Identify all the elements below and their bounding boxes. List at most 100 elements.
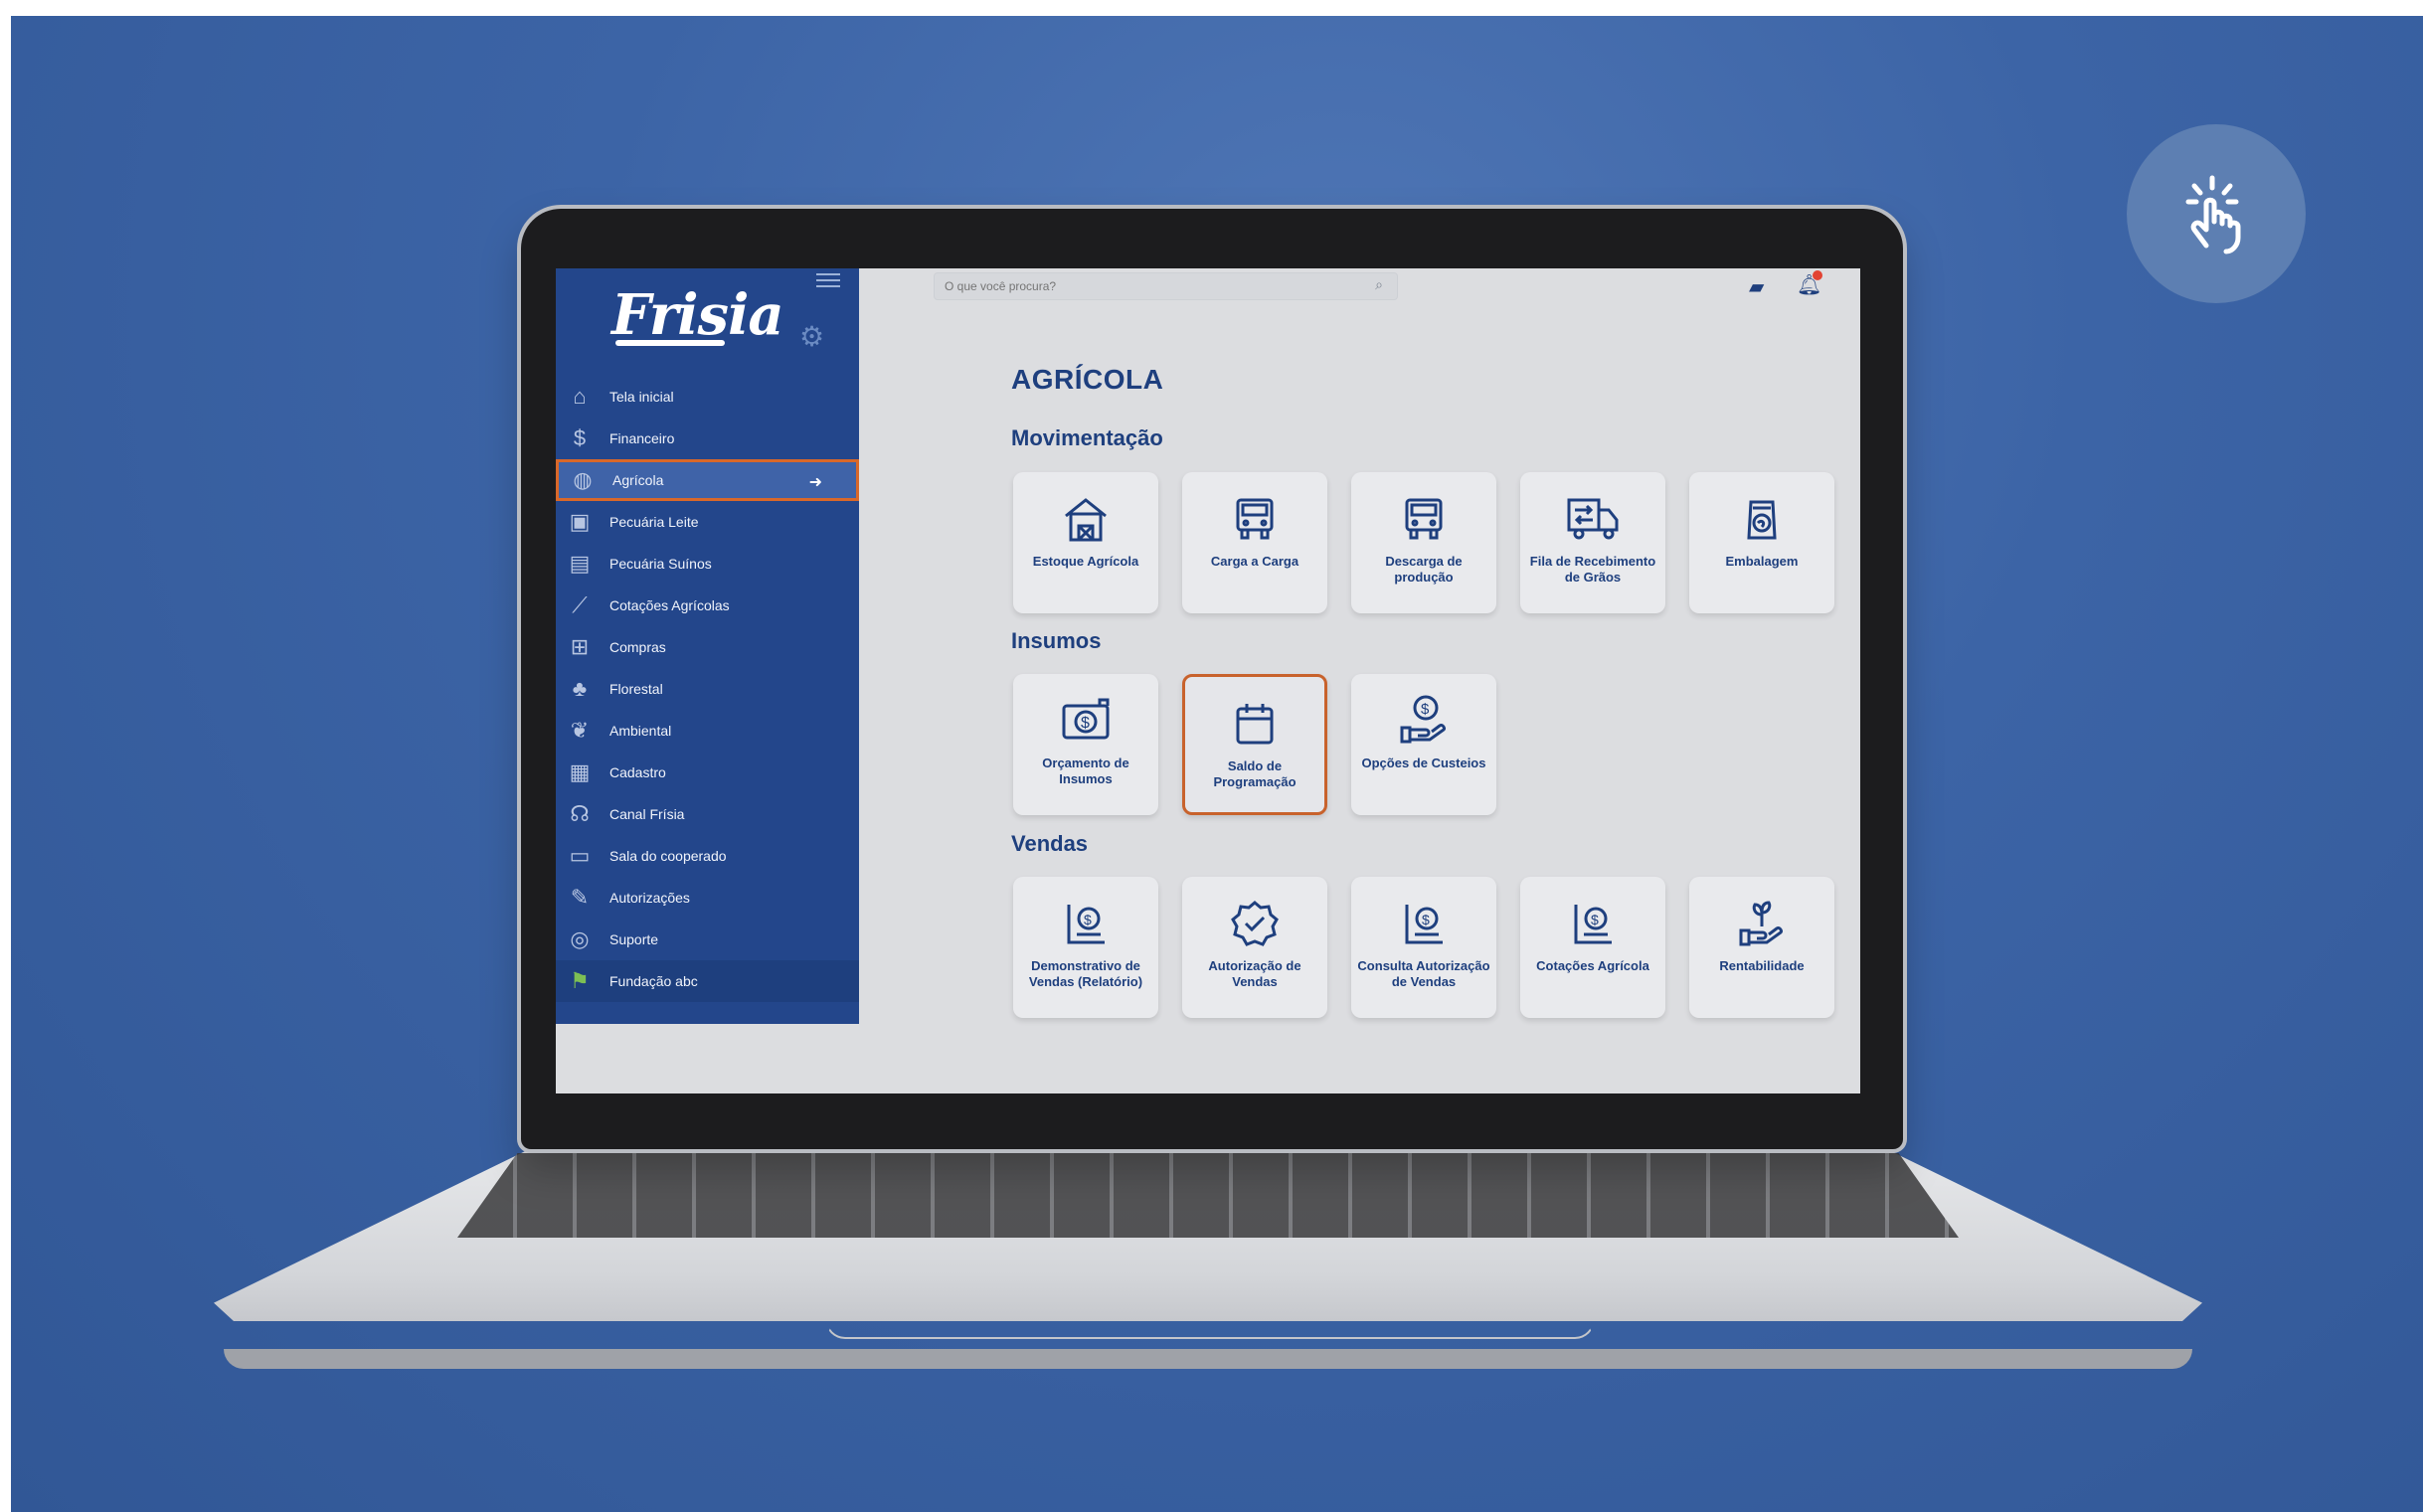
sidebar-item-label: Pecuária Leite (609, 514, 699, 530)
seed-bag-icon (1732, 490, 1792, 548)
folder-icon: ▭ (569, 843, 591, 868)
arrow-right-icon: ➜ (808, 474, 822, 491)
card-cotacoes-agricola[interactable]: $ Cotações Agrícola (1520, 877, 1665, 1018)
laptop-keyboard (457, 1153, 1959, 1238)
card-autorizacao-de-vendas[interactable]: Autorização de Vendas (1182, 877, 1327, 1018)
sidebar-item-compras[interactable]: ⊞ Compras (556, 626, 859, 668)
card-embalagem[interactable]: Embalagem (1689, 472, 1834, 613)
sidebar-item-financeiro[interactable]: $ Financeiro (556, 418, 859, 459)
laptop-trackpad (825, 1238, 1595, 1339)
calendar-icon (1225, 695, 1285, 753)
sidebar-item-suporte[interactable]: ◎ Suporte (556, 919, 859, 960)
card-label: Cotações Agrícola (1536, 958, 1649, 973)
card-label: Autorização de Vendas (1208, 958, 1301, 989)
sidebar: Frisia ⚙ ⌂ Tela inicial $ Financeiro ◍ A… (556, 268, 859, 1024)
card-label: Opções de Custeios (1361, 756, 1486, 770)
search-bar: ⌕ (934, 272, 1398, 300)
sidebar-item-label: Pecuária Suínos (609, 556, 712, 572)
search-input[interactable] (935, 273, 1344, 299)
sidebar-item-label: Financeiro (609, 430, 675, 446)
card-demonstrativo-de-vendas[interactable]: $ Demonstrativo de Vendas (Relatório) (1013, 877, 1158, 1018)
card-label: Estoque Agrícola (1032, 554, 1139, 569)
card-label: Demonstrativo de Vendas (Relatório) (1028, 958, 1143, 989)
broadcast-icon: ☊ (570, 801, 590, 826)
chat-icon[interactable]: ▰ (1749, 274, 1764, 299)
flag-icon: ⚑ (570, 968, 590, 993)
gear-icon[interactable]: ⚙ (799, 320, 824, 353)
card-label: Descarga de produção (1385, 554, 1463, 585)
quotes-chart-icon: $ (1563, 895, 1623, 952)
laptop-lid: Frisia ⚙ ⌂ Tela inicial $ Financeiro ◍ A… (521, 209, 1903, 1149)
card-label: Carga a Carga (1210, 554, 1299, 569)
chart-icon: ⟋ (572, 592, 588, 617)
sidebar-item-autorizacoes[interactable]: ✎ Autorizações (556, 877, 859, 919)
cart-icon: ⊞ (570, 634, 590, 659)
card-label: Rentabilidade (1719, 958, 1805, 973)
card-fila-de-recebimento[interactable]: Fila de Recebimento de Grãos (1520, 472, 1665, 613)
card-label: Orçamento de Insumos (1042, 756, 1129, 786)
card-opcoes-de-custeios[interactable]: $ Opções de Custeios (1351, 674, 1496, 815)
menu-toggle-icon[interactable] (816, 273, 840, 287)
page-title: AGRÍCOLA (1011, 364, 1164, 395)
sidebar-nav: ⌂ Tela inicial $ Financeiro ◍ Agrícola ➜… (556, 376, 859, 1002)
svg-text:$: $ (1084, 912, 1092, 927)
brand-logo: Frisia (611, 282, 784, 348)
sidebar-item-tela-inicial[interactable]: ⌂ Tela inicial (556, 376, 859, 418)
section-title-vendas: Vendas (1011, 831, 1089, 856)
sidebar-item-fundacao-abc[interactable]: ⚑ Fundação abc (556, 960, 859, 1002)
card-rentabilidade[interactable]: Rentabilidade (1689, 877, 1834, 1018)
card-label: Saldo de Programação (1213, 758, 1297, 789)
truck-unload-icon (1394, 490, 1454, 548)
card-saldo-de-programacao[interactable]: Saldo de Programação (1182, 674, 1327, 815)
sidebar-item-ambiental[interactable]: ❦ Ambiental (556, 710, 859, 752)
search-icon[interactable]: ⌕ (1375, 276, 1383, 293)
truck-front-icon (1225, 490, 1285, 548)
hand-coin-icon: $ (1394, 692, 1454, 750)
laptop-screen: Frisia ⚙ ⌂ Tela inicial $ Financeiro ◍ A… (556, 268, 1860, 1093)
card-orcamento-de-insumos[interactable]: $ Orçamento de Insumos (1013, 674, 1158, 815)
sidebar-item-label: Cotações Agrícolas (609, 597, 730, 613)
sales-consult-icon: $ (1394, 895, 1454, 952)
sidebar-item-label: Sala do cooperado (609, 848, 727, 864)
section-title-movimentacao: Movimentação (1011, 425, 1163, 450)
sidebar-item-sala-do-cooperado[interactable]: ▭ Sala do cooperado (556, 835, 859, 877)
card-label: Embalagem (1725, 554, 1799, 569)
card-estoque-agricola[interactable]: Estoque Agrícola (1013, 472, 1158, 613)
sidebar-item-label: Cadastro (609, 764, 666, 780)
sidebar-item-label: Agrícola (612, 472, 664, 488)
card-label: Fila de Recebimento de Grãos (1529, 554, 1656, 585)
sidebar-item-pecuaria-leite[interactable]: ▣ Pecuária Leite (556, 501, 859, 543)
sidebar-item-agricola[interactable]: ◍ Agrícola ➜ (556, 459, 859, 501)
delivery-truck-icon (1563, 490, 1623, 548)
brand-swoosh (615, 340, 725, 346)
money-bill-icon: $ (1056, 692, 1116, 750)
leaf-icon: ❦ (570, 718, 590, 743)
pen-icon: ✎ (570, 885, 590, 910)
pig-icon: ▤ (569, 551, 591, 576)
card-consulta-autorizacao-de-vendas[interactable]: $ Consulta Autorização de Vendas (1351, 877, 1496, 1018)
sidebar-item-label: Canal Frísia (609, 806, 685, 822)
dollar-circle-icon: $ (573, 425, 587, 450)
svg-text:$: $ (1421, 701, 1430, 718)
sidebar-item-cadastro[interactable]: ▦ Cadastro (556, 752, 859, 793)
sidebar-item-label: Suporte (609, 931, 659, 947)
globe-icon: ◍ (573, 467, 593, 492)
sidebar-item-canal-frisia[interactable]: ☊ Canal Frísia (556, 793, 859, 835)
barn-icon (1056, 490, 1116, 548)
home-icon: ⌂ (573, 384, 587, 409)
hand-plant-icon (1732, 895, 1792, 952)
sidebar-item-florestal[interactable]: ♣ Florestal (556, 668, 859, 710)
section-title-insumos: Insumos (1011, 628, 1102, 653)
sidebar-item-label: Tela inicial (609, 389, 674, 405)
card-descarga-de-producao[interactable]: Descarga de produção (1351, 472, 1496, 613)
card-carga-a-carga[interactable]: Carga a Carga (1182, 472, 1327, 613)
svg-text:$: $ (1081, 715, 1090, 732)
notification-badge (1813, 270, 1822, 280)
sidebar-item-cotacoes-agricolas[interactable]: ⟋ Cotações Agrícolas (556, 585, 859, 626)
touch-icon (2127, 124, 2306, 303)
sales-report-icon: $ (1056, 895, 1116, 952)
sidebar-item-label: Ambiental (609, 723, 672, 739)
sidebar-item-label: Florestal (609, 681, 663, 697)
sidebar-item-pecuaria-suinos[interactable]: ▤ Pecuária Suínos (556, 543, 859, 585)
sidebar-item-label: Fundação abc (609, 973, 698, 989)
